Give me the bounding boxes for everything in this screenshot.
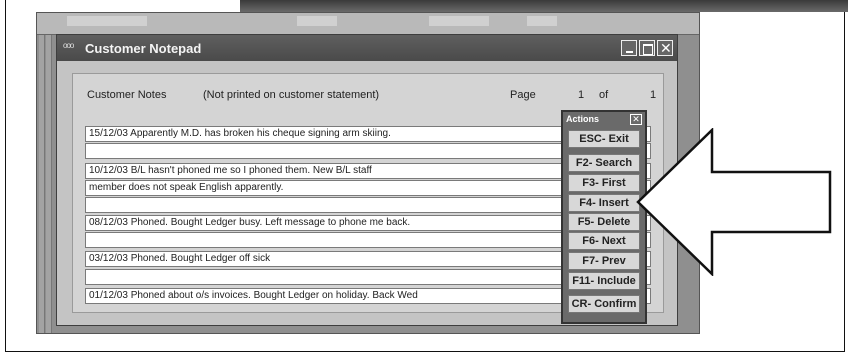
- title-bar[interactable]: ooo Customer Notepad ✕: [57, 35, 677, 61]
- page-number: 1: [578, 89, 585, 101]
- background-field: [67, 16, 147, 26]
- pointer-arrow-icon: [636, 128, 832, 276]
- background-record-strip: [37, 13, 699, 35]
- background-column: [39, 35, 45, 333]
- arrow-shape: [636, 128, 832, 276]
- not-printed-notice: (Not printed on customer statement): [203, 89, 380, 101]
- window-title: Customer Notepad: [85, 41, 202, 56]
- customer-notes-label: Customer Notes: [87, 89, 167, 101]
- background-photo-strip: [240, 0, 848, 12]
- app-icon: ooo: [63, 41, 74, 50]
- confirm-button[interactable]: CR- Confirm: [568, 295, 640, 313]
- background-field: [527, 16, 557, 26]
- actions-title: Actions: [566, 114, 600, 124]
- background-field: [429, 16, 489, 26]
- page-label: Page: [510, 89, 536, 101]
- page-total: 1: [650, 89, 657, 101]
- actions-close-button[interactable]: ✕: [630, 114, 642, 125]
- page-of-label: of: [599, 89, 609, 101]
- close-icon: ✕: [660, 40, 672, 56]
- maximize-button[interactable]: [639, 40, 655, 56]
- background-field: [297, 16, 337, 26]
- background-column: [46, 35, 52, 333]
- minimize-button[interactable]: [621, 40, 637, 56]
- close-button[interactable]: ✕: [657, 40, 673, 56]
